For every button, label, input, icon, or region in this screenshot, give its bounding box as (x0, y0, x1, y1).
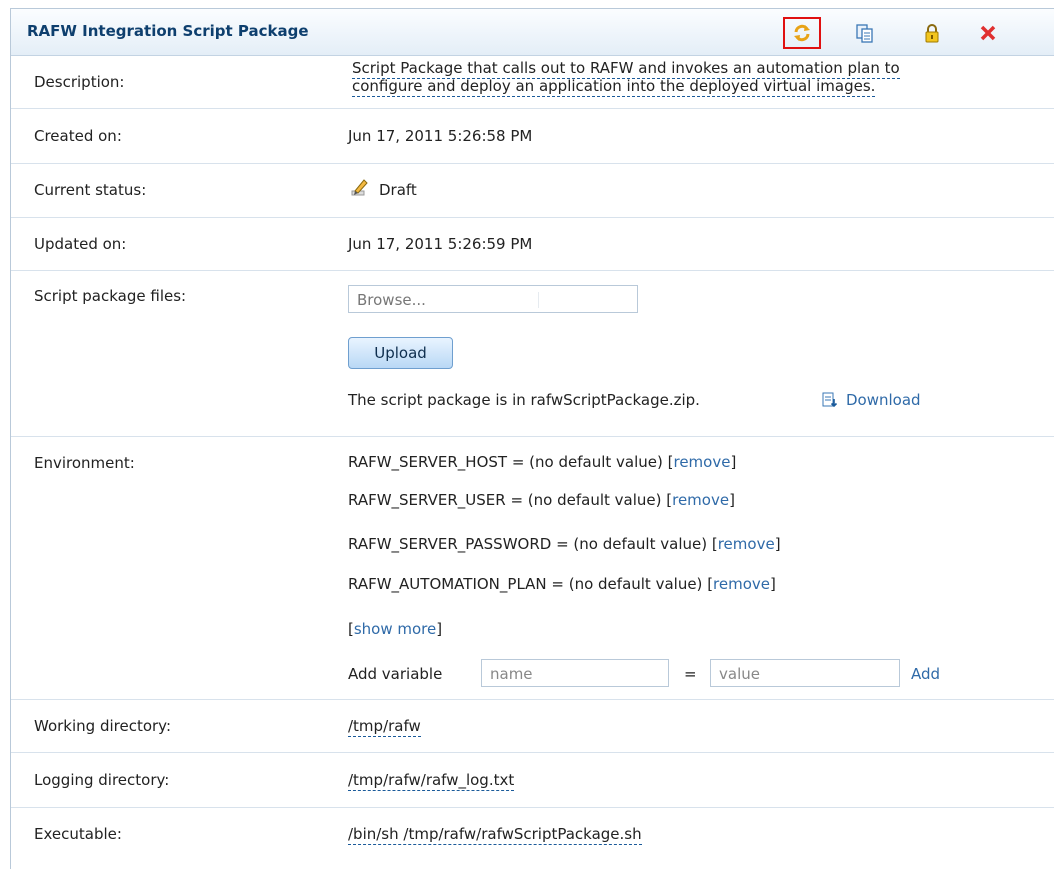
created-label: Created on: (34, 127, 122, 145)
executable-text: /bin/sh /tmp/rafw/rafwScriptPackage.sh (348, 825, 642, 845)
status-row: Current status: Draft (11, 164, 1054, 218)
description-text-1: Script Package that calls out to RAFW an… (352, 59, 900, 79)
lock-icon (925, 24, 939, 43)
description-line-1[interactable]: Script Package that calls out to RAFW an… (352, 59, 900, 79)
clone-icon (856, 24, 873, 43)
equals-sign: = (684, 665, 697, 683)
lock-button[interactable] (913, 17, 951, 49)
variable-name-input[interactable]: name (481, 659, 669, 687)
executable-row: Executable: /bin/sh /tmp/rafw/rafwScript… (11, 808, 1054, 860)
env-var-server-password: RAFW_SERVER_PASSWORD = (no default value… (348, 535, 781, 553)
pencil-icon (351, 179, 368, 196)
env-var-server-user: RAFW_SERVER_USER = (no default value) [r… (348, 491, 735, 509)
description-label: Description: (34, 73, 125, 91)
refresh-button[interactable] (783, 17, 821, 49)
remove-link-server-user[interactable]: remove (672, 491, 729, 509)
updated-label: Updated on: (34, 235, 127, 253)
working-dir-text: /tmp/rafw (348, 717, 421, 737)
updated-value: Jun 17, 2011 5:26:59 PM (348, 235, 533, 253)
files-label: Script package files: (34, 287, 187, 305)
logging-dir-label: Logging directory: (34, 771, 170, 789)
created-row: Created on: Jun 17, 2011 5:26:58 PM (11, 109, 1054, 164)
variable-value-input[interactable]: value (710, 659, 900, 687)
remove-link-server-host[interactable]: remove (673, 453, 730, 471)
remove-link-automation-plan[interactable]: remove (713, 575, 770, 593)
delete-button[interactable] (969, 17, 1007, 49)
executable-label: Executable: (34, 825, 122, 843)
executable-value[interactable]: /bin/sh /tmp/rafw/rafwScriptPackage.sh (348, 825, 642, 845)
status-value: Draft (379, 181, 417, 199)
env-var-server-host: RAFW_SERVER_HOST = (no default value) [r… (348, 453, 737, 471)
panel-header: RAFW Integration Script Package (11, 9, 1054, 56)
download-icon[interactable] (822, 392, 838, 408)
description-line-2[interactable]: configure and deploy an application into… (352, 77, 876, 97)
browse-placeholder: Browse... (357, 291, 426, 309)
remove-link-server-password[interactable]: remove (718, 535, 775, 553)
created-value: Jun 17, 2011 5:26:58 PM (348, 127, 533, 145)
working-dir-label: Working directory: (34, 717, 172, 735)
add-variable-label: Add variable (348, 665, 443, 683)
add-variable-link[interactable]: Add (911, 665, 940, 683)
status-label: Current status: (34, 181, 147, 199)
browse-button-ghost[interactable] (538, 292, 629, 308)
logging-dir-row: Logging directory: /tmp/rafw/rafw_log.tx… (11, 753, 1054, 808)
clone-button[interactable] (846, 17, 884, 49)
package-text: The script package is in rafwScriptPacka… (348, 391, 700, 409)
panel-title: RAFW Integration Script Package (27, 22, 309, 40)
env-var-automation-plan: RAFW_AUTOMATION_PLAN = (no default value… (348, 575, 776, 593)
download-link[interactable]: Download (846, 391, 921, 409)
upload-button[interactable]: Upload (348, 337, 453, 369)
working-dir-row: Working directory: /tmp/rafw (11, 700, 1054, 753)
description-row: Description: Script Package that calls o… (11, 56, 1054, 109)
show-more-line: [show more] (348, 620, 443, 638)
show-more-link[interactable]: show more (354, 620, 436, 638)
script-package-panel: RAFW Integration Script Package Descript… (10, 8, 1054, 869)
description-text-2: configure and deploy an application into… (352, 77, 876, 97)
logging-dir-text: /tmp/rafw/rafw_log.txt (348, 771, 515, 791)
variable-name-placeholder: name (490, 665, 533, 683)
browse-file-input[interactable]: Browse... (348, 285, 638, 313)
refresh-icon (794, 24, 810, 42)
environment-label: Environment: (34, 454, 135, 472)
updated-row: Updated on: Jun 17, 2011 5:26:59 PM (11, 218, 1054, 271)
logging-dir-value[interactable]: /tmp/rafw/rafw_log.txt (348, 771, 515, 791)
delete-icon (980, 25, 996, 41)
variable-value-placeholder: value (719, 665, 760, 683)
working-dir-value[interactable]: /tmp/rafw (348, 717, 421, 737)
